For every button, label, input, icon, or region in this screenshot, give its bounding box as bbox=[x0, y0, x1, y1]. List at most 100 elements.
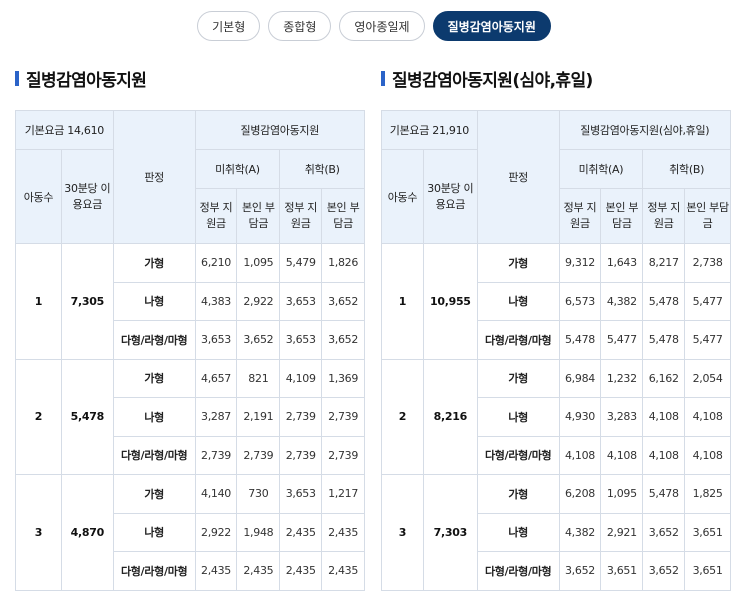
children-count: 2 bbox=[381, 358, 424, 475]
tab-sick-child-support[interactable]: 질병감염아동지원 bbox=[432, 11, 551, 41]
preschool-self-pay: 730 bbox=[236, 474, 281, 514]
header-b-gov: 정부 지원금 bbox=[279, 188, 323, 244]
grade-type: 다형/라형/마형 bbox=[476, 435, 560, 475]
preschool-self-pay: 5,477 bbox=[600, 320, 644, 360]
school-self-pay: 5,477 bbox=[684, 281, 731, 321]
title-bar-icon bbox=[381, 70, 385, 86]
grade-type: 가형 bbox=[476, 474, 560, 514]
school-gov-support: 6,162 bbox=[642, 358, 686, 398]
header-school: 취학(B) bbox=[642, 149, 731, 189]
grade-type: 나형 bbox=[476, 281, 560, 321]
fee-per-30min: 8,216 bbox=[422, 358, 478, 475]
header-a-gov: 정부 지원금 bbox=[558, 188, 602, 244]
grade-type: 다형/라형/마형 bbox=[112, 551, 196, 591]
tab-infant-fullday[interactable]: 영아종일제 bbox=[339, 11, 425, 41]
school-gov-support: 4,108 bbox=[642, 435, 686, 475]
service-type-tabs: 기본형 종합형 영아종일제 질병감염아동지원 bbox=[0, 11, 748, 41]
school-gov-support: 2,739 bbox=[279, 435, 323, 475]
fee-per-30min: 10,955 bbox=[422, 243, 478, 360]
panel-sick-child-support-night-holiday: 질병감염아동지원(심야,휴일) 기본요금 21,910 판정 질병감염아동지원(… bbox=[381, 66, 732, 591]
panel-sick-child-support: 질병감염아동지원 기본요금 14,610 판정 질병감염아동지원 아동수 30분… bbox=[15, 66, 366, 591]
table-row: 2 5,478 가형 4,657 821 4,109 1,369 bbox=[15, 358, 365, 475]
school-self-pay: 2,738 bbox=[684, 243, 731, 283]
grade-type: 가형 bbox=[476, 243, 560, 283]
grade-type: 다형/라형/마형 bbox=[112, 320, 196, 360]
children-count: 3 bbox=[15, 474, 62, 591]
fee-table: 기본요금 14,610 판정 질병감염아동지원 아동수 30분당 이용요금 미취… bbox=[15, 110, 366, 591]
grade-type: 다형/라형/마형 bbox=[112, 435, 196, 475]
grade-type: 나형 bbox=[476, 397, 560, 437]
header-a-gov: 정부 지원금 bbox=[194, 188, 238, 244]
title-bar-icon bbox=[15, 70, 19, 86]
school-self-pay: 2,739 bbox=[321, 397, 365, 437]
preschool-self-pay: 3,651 bbox=[600, 551, 644, 591]
base-fee-label: 기본요금 14,610 bbox=[15, 110, 114, 150]
header-grade: 판정 bbox=[476, 110, 560, 244]
tab-basic[interactable]: 기본형 bbox=[197, 11, 261, 41]
base-fee-label: 기본요금 21,910 bbox=[381, 110, 478, 150]
school-self-pay: 3,651 bbox=[684, 512, 731, 552]
header-children: 아동수 bbox=[381, 149, 424, 244]
grade-type: 가형 bbox=[112, 474, 196, 514]
section-title-text: 질병감염아동지원(심야,휴일) bbox=[392, 70, 593, 91]
school-self-pay: 2,739 bbox=[321, 435, 365, 475]
school-gov-support: 4,108 bbox=[642, 397, 686, 437]
school-self-pay: 1,369 bbox=[321, 358, 365, 398]
header-a-self: 본인 부담금 bbox=[600, 188, 644, 244]
tab-comprehensive[interactable]: 종합형 bbox=[268, 11, 332, 41]
table-row: 3 7,303 가형 6,208 1,095 5,478 1,825 bbox=[381, 474, 731, 591]
preschool-gov-support: 2,922 bbox=[194, 512, 238, 552]
preschool-gov-support: 2,739 bbox=[194, 435, 238, 475]
header-b-self: 본인 부담금 bbox=[684, 188, 731, 244]
preschool-self-pay: 2,435 bbox=[236, 551, 281, 591]
preschool-self-pay: 4,382 bbox=[600, 281, 644, 321]
preschool-self-pay: 2,921 bbox=[600, 512, 644, 552]
grade-type: 가형 bbox=[112, 243, 196, 283]
preschool-gov-support: 5,478 bbox=[558, 320, 602, 360]
children-count: 1 bbox=[381, 243, 424, 360]
table-row: 1 10,955 가형 9,312 1,643 8,217 2,738 bbox=[381, 243, 731, 360]
school-self-pay: 3,652 bbox=[321, 320, 365, 360]
grade-type: 나형 bbox=[476, 512, 560, 552]
fee-table: 기본요금 21,910 판정 질병감염아동지원(심야,휴일) 아동수 30분당 … bbox=[381, 110, 732, 591]
preschool-gov-support: 9,312 bbox=[558, 243, 602, 283]
school-gov-support: 4,109 bbox=[279, 358, 323, 398]
school-self-pay: 3,652 bbox=[321, 281, 365, 321]
school-gov-support: 3,653 bbox=[279, 281, 323, 321]
header-main: 질병감염아동지원(심야,휴일) bbox=[558, 110, 732, 150]
preschool-gov-support: 4,930 bbox=[558, 397, 602, 437]
header-a-self: 본인 부담금 bbox=[236, 188, 281, 244]
preschool-self-pay: 2,191 bbox=[236, 397, 281, 437]
school-self-pay: 1,825 bbox=[684, 474, 731, 514]
school-gov-support: 5,479 bbox=[279, 243, 323, 283]
preschool-self-pay: 821 bbox=[236, 358, 281, 398]
school-gov-support: 5,478 bbox=[642, 474, 686, 514]
school-self-pay: 3,651 bbox=[684, 551, 731, 591]
preschool-self-pay: 1,643 bbox=[600, 243, 644, 283]
school-self-pay: 2,054 bbox=[684, 358, 731, 398]
preschool-gov-support: 2,435 bbox=[194, 551, 238, 591]
grade-type: 다형/라형/마형 bbox=[476, 551, 560, 591]
school-gov-support: 5,478 bbox=[642, 320, 686, 360]
preschool-self-pay: 4,108 bbox=[600, 435, 644, 475]
header-preschool: 미취학(A) bbox=[558, 149, 644, 189]
preschool-self-pay: 2,739 bbox=[236, 435, 281, 475]
grade-type: 가형 bbox=[476, 358, 560, 398]
fee-per-30min: 7,305 bbox=[60, 243, 114, 360]
header-children: 아동수 bbox=[15, 149, 62, 244]
header-b-gov: 정부 지원금 bbox=[642, 188, 686, 244]
table-row: 1 7,305 가형 6,210 1,095 5,479 1,826 bbox=[15, 243, 365, 360]
preschool-self-pay: 1,948 bbox=[236, 512, 281, 552]
preschool-gov-support: 4,140 bbox=[194, 474, 238, 514]
preschool-gov-support: 3,287 bbox=[194, 397, 238, 437]
preschool-gov-support: 6,210 bbox=[194, 243, 238, 283]
header-b-self: 본인 부담금 bbox=[321, 188, 365, 244]
preschool-self-pay: 1,232 bbox=[600, 358, 644, 398]
preschool-gov-support: 3,653 bbox=[194, 320, 238, 360]
fee-per-30min: 4,870 bbox=[60, 474, 114, 591]
preschool-self-pay: 2,922 bbox=[236, 281, 281, 321]
children-count: 2 bbox=[15, 358, 62, 475]
children-count: 1 bbox=[15, 243, 62, 360]
section-title: 질병감염아동지원 bbox=[15, 66, 365, 91]
preschool-gov-support: 6,573 bbox=[558, 281, 602, 321]
